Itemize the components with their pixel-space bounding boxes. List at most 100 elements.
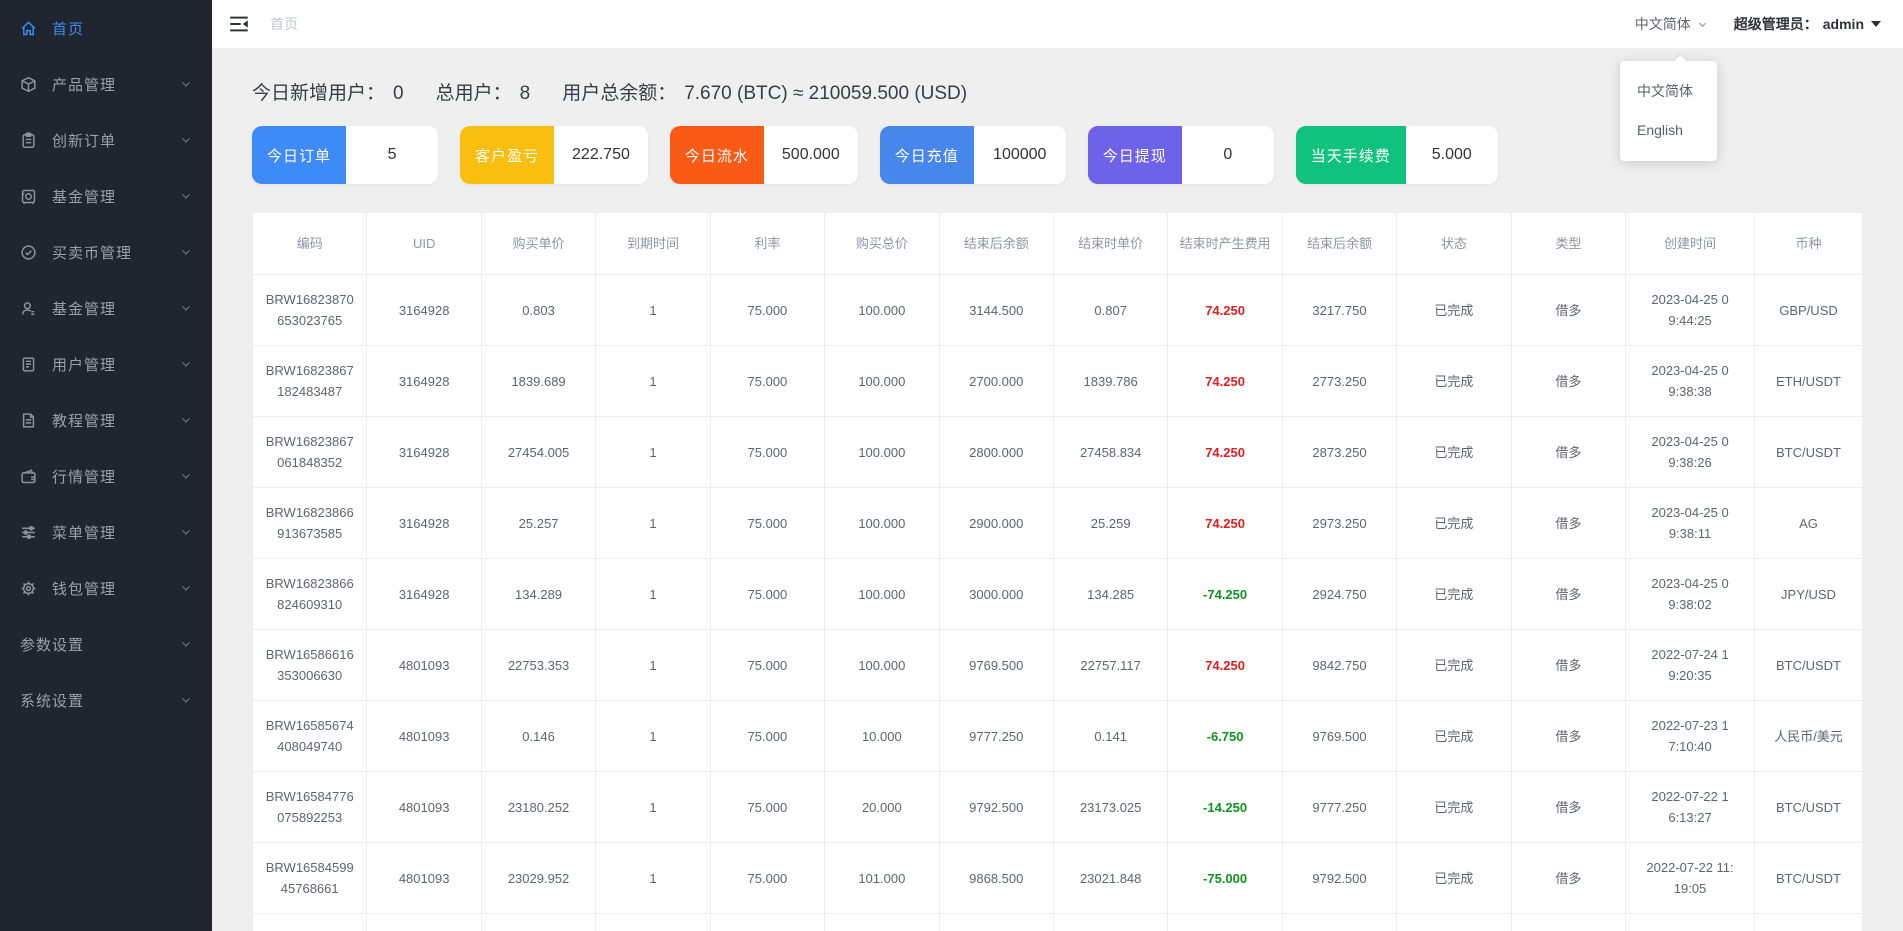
chevron-down-icon xyxy=(180,526,192,538)
cell-total_price: 101.000 xyxy=(825,843,939,914)
orders-table-wrap: 编码UID购买单价到期时间利率购买总价结束后余额结束时单价结束时产生费用结束后余… xyxy=(252,212,1863,931)
sidebar-item-menu-management[interactable]: 菜单管理 xyxy=(0,504,212,560)
cell-type: 借多 xyxy=(1511,772,1625,843)
column-header-total_price: 购买总价 xyxy=(825,213,939,275)
cell-balance_after: 3000.000 xyxy=(939,559,1053,630)
sidebar-item-innovation-orders[interactable]: 创新订单 xyxy=(0,112,212,168)
cell-rate: 75.000 xyxy=(710,559,824,630)
cell-expire: 1 xyxy=(596,843,710,914)
cell-pair: JPY/USD xyxy=(1755,559,1863,630)
cell-rate: 75.000 xyxy=(710,701,824,772)
cell-rate: 75.000 xyxy=(710,346,824,417)
sidebar-item-fund-management-2[interactable]: 基金管理 xyxy=(0,280,212,336)
cell-expire: 1 xyxy=(596,772,710,843)
coin-check-icon xyxy=(20,244,37,261)
table-row: BRW16823866 913673585316492825.257175.00… xyxy=(253,488,1863,559)
cell-created: 2022-07-24 1 9:20:35 xyxy=(1626,630,1755,701)
table-header-row: 编码UID购买单价到期时间利率购买总价结束后余额结束时单价结束时产生费用结束后余… xyxy=(253,213,1863,275)
language-option[interactable]: English xyxy=(1620,111,1717,150)
cell-balance_after: 2700.000 xyxy=(939,346,1053,417)
cell-total_price: 100.000 xyxy=(825,417,939,488)
cell-code: BRW16823867 061848352 xyxy=(253,417,367,488)
cell-code: BRW16823866 913673585 xyxy=(253,488,367,559)
cell-end_price: 27458.834 xyxy=(1053,417,1167,488)
cell-empty xyxy=(253,914,367,931)
cell-uid: 4801093 xyxy=(367,630,481,701)
cell-code: BRW16586616 353006630 xyxy=(253,630,367,701)
stat-card-value: 500.000 xyxy=(764,126,858,184)
cell-total_price: 10.000 xyxy=(825,701,939,772)
sidebar-item-tutorial-management[interactable]: 教程管理 xyxy=(0,392,212,448)
top-bar: 首页 中文简体 超级管理员：admin xyxy=(212,0,1903,48)
cell-empty xyxy=(367,914,481,931)
cell-end_price: 0.141 xyxy=(1053,701,1167,772)
sidebar-item-parameter-settings[interactable]: 参数设置 xyxy=(0,616,212,672)
sidebar-item-fund-management[interactable]: 基金管理 xyxy=(0,168,212,224)
cell-end_balance: 3217.750 xyxy=(1282,275,1396,346)
admin-menu[interactable]: 超级管理员：admin xyxy=(1734,14,1881,34)
language-option[interactable]: 中文简体 xyxy=(1620,72,1717,111)
breadcrumb[interactable]: 首页 xyxy=(270,14,298,34)
table-row xyxy=(253,914,1863,931)
chevron-down-icon xyxy=(180,638,192,650)
table-row: BRW16823870 65302376531649280.803175.000… xyxy=(253,275,1863,346)
home-icon xyxy=(20,20,37,37)
cell-created: 2023-04-25 0 9:44:25 xyxy=(1626,275,1755,346)
cell-status: 已完成 xyxy=(1397,559,1511,630)
table-row: BRW16823866 8246093103164928134.289175.0… xyxy=(253,559,1863,630)
stat-value: 7.670 (BTC) ≈ 210059.500 (USD) xyxy=(684,83,967,105)
cell-end_balance: 2873.250 xyxy=(1282,417,1396,488)
cell-pair: BTC/USDT xyxy=(1755,630,1863,701)
cell-status: 已完成 xyxy=(1397,417,1511,488)
cell-code: BRW16585674 408049740 xyxy=(253,701,367,772)
cell-end_balance: 2773.250 xyxy=(1282,346,1396,417)
cell-type: 借多 xyxy=(1511,559,1625,630)
cell-empty xyxy=(1397,914,1511,931)
cell-code: BRW16823870 653023765 xyxy=(253,275,367,346)
cell-balance_after: 9792.500 xyxy=(939,772,1053,843)
cell-empty xyxy=(1626,914,1755,931)
cell-code: BRW16584599 45768661 xyxy=(253,843,367,914)
chevron-down-icon xyxy=(180,78,192,90)
cell-end_price: 1839.786 xyxy=(1053,346,1167,417)
admin-role-label: 超级管理员： xyxy=(1734,14,1818,34)
cell-fee: -75.000 xyxy=(1168,843,1282,914)
sidebar-item-market-management[interactable]: 行情管理 xyxy=(0,448,212,504)
cell-buy_price: 22753.353 xyxy=(481,630,595,701)
sidebar-item-coin-trade-management[interactable]: 买卖币管理 xyxy=(0,224,212,280)
sidebar-item-home[interactable]: 首页 xyxy=(0,0,212,56)
cell-uid: 3164928 xyxy=(367,275,481,346)
cell-uid: 3164928 xyxy=(367,488,481,559)
cell-pair: AG xyxy=(1755,488,1863,559)
sidebar-item-product-management[interactable]: 产品管理 xyxy=(0,56,212,112)
language-selector[interactable]: 中文简体 xyxy=(1635,14,1708,34)
content-area: 今日新增用户：0总用户：8用户总余额：7.670 (BTC) ≈ 210059.… xyxy=(212,48,1903,931)
cell-fee: 74.250 xyxy=(1168,275,1282,346)
stat-card-label: 今日充值 xyxy=(880,126,974,184)
column-header-end_price: 结束时单价 xyxy=(1053,213,1167,275)
sidebar-item-label: 钱包管理 xyxy=(52,578,180,599)
sidebar-item-wallet-management[interactable]: 钱包管理 xyxy=(0,560,212,616)
cell-end_balance: 9842.750 xyxy=(1282,630,1396,701)
cell-total_price: 100.000 xyxy=(825,559,939,630)
table-row: BRW16823867 18248348731649281839.689175.… xyxy=(253,346,1863,417)
sidebar-item-system-settings[interactable]: 系统设置 xyxy=(0,672,212,728)
cell-expire: 1 xyxy=(596,630,710,701)
stat-item: 今日新增用户：0 xyxy=(252,78,404,105)
cell-end_balance: 9777.250 xyxy=(1282,772,1396,843)
cell-end_price: 25.259 xyxy=(1053,488,1167,559)
cell-end_balance: 9792.500 xyxy=(1282,843,1396,914)
chevron-down-icon xyxy=(180,246,192,258)
cell-empty xyxy=(1282,914,1396,931)
column-header-rate: 利率 xyxy=(710,213,824,275)
menu-fold-icon[interactable] xyxy=(228,14,250,34)
clipboard-icon xyxy=(20,132,37,149)
cell-rate: 75.000 xyxy=(710,488,824,559)
sidebar-item-user-management[interactable]: 用户管理 xyxy=(0,336,212,392)
cell-balance_after: 9868.500 xyxy=(939,843,1053,914)
sidebar-item-label: 基金管理 xyxy=(52,298,180,319)
cell-total_price: 100.000 xyxy=(825,630,939,701)
cell-end_price: 0.807 xyxy=(1053,275,1167,346)
cell-expire: 1 xyxy=(596,559,710,630)
cell-pair: GBP/USD xyxy=(1755,275,1863,346)
